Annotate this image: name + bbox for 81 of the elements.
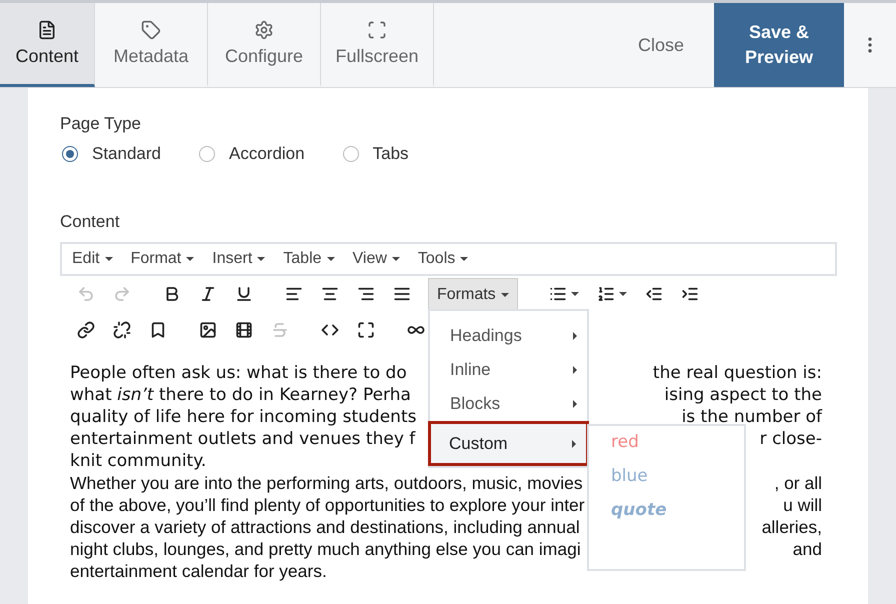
radio-button[interactable] xyxy=(342,146,359,162)
menu-button[interactable]: View xyxy=(352,250,400,268)
caret-icon xyxy=(618,292,627,296)
unlink-icon xyxy=(113,321,131,339)
radio-label: Standard xyxy=(92,144,161,164)
menu-button[interactable]: Insert xyxy=(212,250,266,268)
formats-dropdown[interactable]: Formats xyxy=(428,278,518,310)
link-icon xyxy=(77,321,95,339)
menu-item-label: Custom xyxy=(449,434,508,454)
bullet-list-icon xyxy=(548,285,567,303)
caret-icon xyxy=(326,257,335,261)
align-justify-icon xyxy=(393,285,411,303)
radio-button[interactable] xyxy=(62,146,78,162)
field-label: Page Type xyxy=(60,114,142,134)
numbered-list-icon xyxy=(596,285,615,303)
paragraph-text: knit community. xyxy=(70,450,206,472)
menu-item-label: Inline xyxy=(450,360,491,380)
menu-button[interactable]: Tools xyxy=(418,250,468,268)
paragraph-text: entertainment calendar for years. xyxy=(70,560,327,582)
paragraph-text: entertainment outlets and venues they f xyxy=(70,428,416,450)
bookmark-icon xyxy=(149,321,167,339)
paragraph-text: , or all xyxy=(774,472,822,494)
paragraph-text: r close- xyxy=(760,428,822,450)
tab-label: Configure xyxy=(224,46,304,67)
paragraph-text: alleries, xyxy=(762,516,822,538)
caret-icon xyxy=(500,292,509,296)
paragraph-text: quality of life here for incoming students xyxy=(70,406,416,428)
outdent-icon xyxy=(644,285,663,303)
image-icon xyxy=(199,321,217,339)
menu-item[interactable]: Custom xyxy=(428,421,589,466)
menu-button[interactable]: Format xyxy=(130,250,194,268)
caret-icon xyxy=(104,257,113,261)
paragraph-text: what isn’t there to do in Kearney? Perha xyxy=(70,384,411,406)
tab-label: Content xyxy=(15,46,79,67)
tab-label: Fullscreen xyxy=(335,46,419,67)
menu-button[interactable]: Edit xyxy=(72,250,113,268)
menu-item-label: Headings xyxy=(450,326,522,346)
menu-item-label: Blocks xyxy=(450,394,500,414)
tab[interactable]: Content xyxy=(0,3,95,87)
paragraph-text: Whether you are into the performing arts, outdoors, music, movies xyxy=(70,472,583,494)
paragraph-text: the real question is: xyxy=(652,362,822,384)
caret-icon xyxy=(460,257,468,261)
strikethrough-icon xyxy=(271,321,289,339)
align-left-icon xyxy=(285,285,303,303)
radio-label: Accordion xyxy=(229,144,305,164)
tab-label: Metadata xyxy=(113,46,189,67)
field-label: Content xyxy=(60,212,121,232)
paragraph-text: night clubs, lounges, and pretty much anything else you can imagi xyxy=(70,538,581,560)
paragraph-text: u will xyxy=(783,494,822,516)
indent-icon xyxy=(680,285,699,303)
submenu-arrow-icon xyxy=(573,366,577,374)
paragraph-text: discover a variety of attractions and destinations, including annual xyxy=(70,516,580,538)
paragraph-text: is the number of xyxy=(682,406,822,428)
radio-button[interactable] xyxy=(199,146,215,162)
paragraph-text: and xyxy=(792,538,822,560)
align-right-icon xyxy=(357,285,375,303)
underline-icon xyxy=(235,285,253,303)
caret-icon xyxy=(257,257,266,261)
align-center-icon xyxy=(321,285,339,303)
caret-icon xyxy=(392,257,400,261)
submenu-arrow-icon xyxy=(573,332,577,340)
italic-icon xyxy=(199,285,217,303)
caret-icon xyxy=(570,292,579,296)
menu-button[interactable]: Table xyxy=(283,250,335,268)
undo-icon xyxy=(77,285,95,303)
caret-icon xyxy=(186,257,194,261)
paragraph-text: People often ask us: what is there to do xyxy=(70,362,407,384)
radio-label: Tabs xyxy=(372,144,409,164)
expand-icon xyxy=(357,321,375,339)
gear-icon xyxy=(254,20,274,40)
save-preview-button[interactable]: Save & Preview xyxy=(714,3,844,87)
tag-icon xyxy=(141,20,161,40)
close-button[interactable]: Close xyxy=(608,3,714,87)
redo-icon xyxy=(113,285,131,303)
submenu-arrow-icon xyxy=(573,400,577,408)
document-icon xyxy=(37,20,57,40)
fullscreen-icon xyxy=(367,20,387,40)
paragraph-text: of the above, you’ll find plenty of opportunities to explore your inter xyxy=(70,494,585,516)
paragraph-text: ising aspect to the xyxy=(664,384,822,406)
submenu-arrow-icon xyxy=(572,440,576,448)
film-icon xyxy=(235,321,253,339)
